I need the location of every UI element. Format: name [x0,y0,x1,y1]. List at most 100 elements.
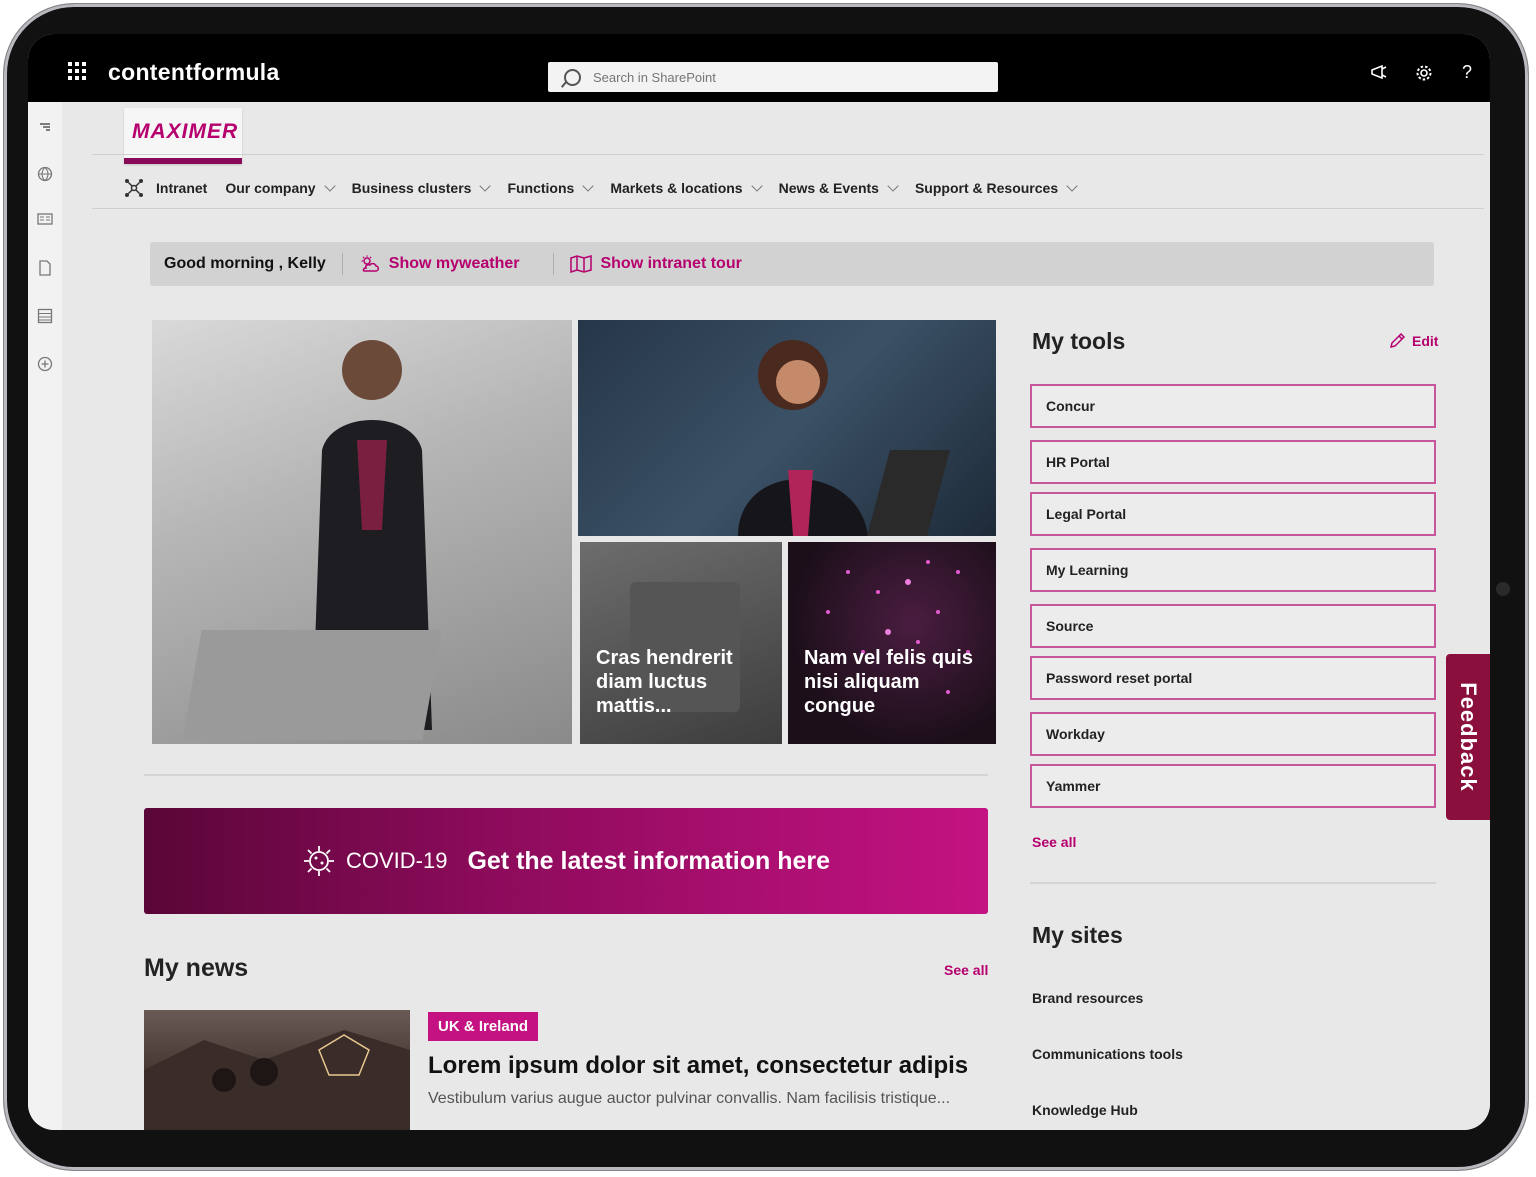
site-link-communications-tools[interactable]: Communications tools [1032,1046,1183,1062]
nav-item-markets-locations[interactable]: Markets & locations [610,180,763,196]
hero-tile-3[interactable]: Cras hendrerit diam luctus mattis... [580,542,782,744]
main-content: MAXIMER Intranet Our company Business cl… [62,102,1490,1130]
tool-label: Yammer [1046,778,1101,794]
edit-tools-button[interactable]: Edit [1388,332,1438,350]
nav-item-functions[interactable]: Functions [507,180,594,196]
nav-item-business-clusters[interactable]: Business clusters [351,180,492,196]
tool-label: Workday [1046,726,1105,742]
tool-link-yammer[interactable]: Yammer [1030,764,1436,808]
news-see-all-link[interactable]: See all [944,962,988,978]
tool-label: My Learning [1046,562,1129,578]
add-icon[interactable] [37,356,53,372]
covid-banner[interactable]: COVID-19 Get the latest information here [144,808,988,914]
search-box[interactable] [548,62,998,92]
left-rail [28,102,63,1130]
tool-label: Concur [1046,398,1095,414]
tile-caption: Nam vel felis quis nisi aliquam congue [804,647,973,717]
collapse-icon[interactable] [37,120,53,136]
gear-icon[interactable] [1415,64,1433,87]
virus-icon [303,846,334,876]
tool-label: Legal Portal [1046,506,1127,522]
news-headline[interactable]: Lorem ipsum dolor sit amet, consectetur … [428,1052,968,1080]
laptop-shape [182,630,442,740]
camera-dot [1496,582,1510,596]
brand-name[interactable]: contentformula [108,59,280,86]
map-icon [570,255,593,273]
show-tour-link[interactable]: Show intranet tour [570,255,742,273]
chevron-down-icon [750,180,763,192]
tools-see-all-link[interactable]: See all [1032,834,1076,850]
my-tools-title: My tools [1032,328,1126,354]
site-link-knowledge-hub[interactable]: Knowledge Hub [1032,1102,1138,1118]
tool-link-password-reset[interactable]: Password reset portal [1030,656,1436,700]
search-input[interactable] [591,68,975,86]
chevron-down-icon [582,180,594,192]
weather-icon [361,255,379,272]
feedback-label: Feedback [1456,682,1481,792]
nav-label: News & Events [778,180,879,196]
nav-label: Business clusters [351,180,472,196]
edit-label: Edit [1412,333,1439,349]
separator [341,253,343,275]
document-icon[interactable] [37,260,53,276]
app-launcher-icon[interactable] [68,62,86,80]
list-icon[interactable] [37,308,53,324]
header-divider [92,154,1484,155]
chevron-down-icon [479,180,492,192]
pencil-icon [1389,332,1406,349]
screen: contentformula ? [28,34,1490,1130]
chevron-down-icon [323,180,336,192]
nav-item-support-resources[interactable]: Support & Resources [914,180,1078,196]
news-region-tag[interactable]: UK & Ireland [428,1012,539,1041]
tool-label: Password reset portal [1046,670,1193,686]
tool-label: Source [1046,618,1094,634]
tool-link-workday[interactable]: Workday [1030,712,1436,756]
site-link-brand-resources[interactable]: Brand resources [1032,990,1143,1006]
my-sites-title: My sites [1032,922,1123,948]
suite-bar: contentformula ? [28,34,1490,102]
nav-item-our-company[interactable]: Our company [225,180,336,196]
megaphone-icon[interactable] [1370,64,1388,85]
tool-link-hr-portal[interactable]: HR Portal [1030,440,1436,484]
nav-item-news-events[interactable]: News & Events [778,180,899,196]
show-weather-link[interactable]: Show myweather [359,255,520,273]
hero-tile-2[interactable] [578,320,996,536]
phone-call-photo [738,340,868,536]
nav-divider [92,208,1484,209]
hero-tile-1[interactable] [152,320,572,744]
tools-divider [1030,882,1436,884]
hub-icon [125,179,143,197]
site-logo[interactable]: MAXIMER [124,108,242,164]
tool-label: HR Portal [1046,454,1110,470]
nav-label: Functions [507,180,575,196]
weather-link-label: Show myweather [388,255,520,272]
tablet-frame: contentformula ? [4,4,1528,1170]
tool-link-concur[interactable]: Concur [1030,384,1436,428]
nav-label: Intranet [156,180,208,196]
news-icon[interactable] [37,212,53,228]
campfire-photo [144,1030,410,1130]
search-icon [564,68,581,86]
news-thumbnail[interactable] [144,1010,410,1130]
logo-text: MAXIMER [132,120,239,143]
chevron-down-icon [887,180,899,192]
feedback-tab[interactable]: Feedback [1446,654,1490,820]
top-navigation: Intranet Our company Business clusters F… [124,178,1094,198]
nav-label: Our company [225,180,316,196]
nav-label: Support & Resources [914,180,1059,196]
covid-tag: COVID-19 [345,848,448,873]
greeting-bar: Good morning , Kelly Show myweather Show… [150,242,1434,286]
nav-item-intranet[interactable]: Intranet [124,178,207,198]
help-icon[interactable]: ? [1462,62,1472,83]
globe-icon[interactable] [37,166,53,182]
tool-link-legal-portal[interactable]: Legal Portal [1030,492,1436,536]
hero-tile-4[interactable]: Nam vel felis quis nisi aliquam congue [788,542,996,744]
tour-link-label: Show intranet tour [600,255,742,272]
greeting-text: Good morning , Kelly [164,255,326,272]
separator [553,253,555,275]
my-news-title: My news [144,954,249,982]
tool-link-my-learning[interactable]: My Learning [1030,548,1436,592]
tool-link-source[interactable]: Source [1030,604,1436,648]
chevron-down-icon [1066,180,1078,192]
nav-label: Markets & locations [610,180,743,196]
